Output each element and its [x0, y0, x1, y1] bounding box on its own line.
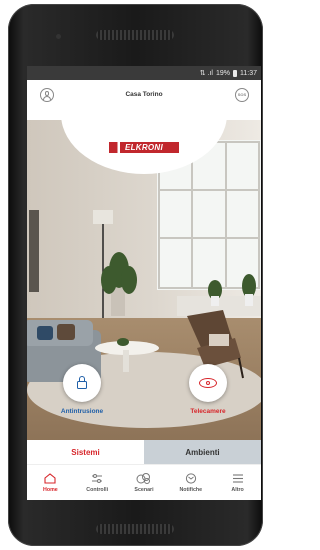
antintrusione-button[interactable] — [63, 364, 101, 402]
nav-item-home[interactable]: Home — [27, 465, 74, 500]
battery-icon — [233, 69, 237, 77]
page-title: Casa Torino — [125, 91, 163, 98]
controls-icon — [92, 474, 103, 483]
nav-item-controlli[interactable]: Controlli — [74, 465, 121, 500]
signal-indicator: ⇅ .ıl — [199, 70, 213, 77]
battery-level: 19% — [215, 69, 230, 77]
nav-label-scenari: Scenari — [134, 487, 154, 493]
room-background-image: ELKRONI Antintrusione Telecamere — [27, 120, 261, 456]
elkron-logo: ELKRONI — [109, 142, 179, 153]
nav-label-controlli: Controlli — [86, 487, 109, 493]
nav-label-altro: Altro — [231, 487, 244, 493]
nav-item-notifiche[interactable]: Notifiche — [167, 465, 214, 500]
eye-icon — [199, 378, 217, 388]
nav-label-notifiche: Notifiche — [179, 487, 203, 493]
antintrusione-label[interactable]: Antintrusione — [47, 408, 117, 415]
menu-icon — [232, 474, 243, 483]
app-bar: Casa Torino SOS — [27, 80, 261, 120]
app-screen: ⇅ .ıl 19% 11:37 Casa Torino SOS ELKRONI … — [27, 66, 261, 500]
tab-ambienti[interactable]: Ambienti — [144, 440, 261, 464]
notifications-icon — [185, 473, 196, 484]
telecamere-label[interactable]: Telecamere — [173, 408, 243, 415]
phone-frame: ⇅ .ıl 19% 11:37 Casa Torino SOS ELKRONI … — [8, 4, 263, 546]
nav-label-home: Home — [43, 487, 58, 493]
nav-item-altro[interactable]: Altro — [214, 465, 261, 500]
bottom-speaker — [96, 524, 174, 534]
telecamere-button[interactable] — [189, 364, 227, 402]
front-camera — [56, 34, 61, 39]
tab-sistemi[interactable]: Sistemi — [27, 440, 144, 464]
section-tabs: Sistemi Ambienti — [27, 440, 261, 464]
bottom-navigation: Home Controlli Scenari Notifiche Altro — [27, 464, 261, 500]
nav-item-scenari[interactable]: Scenari — [121, 465, 168, 500]
status-bar: ⇅ .ıl 19% 11:37 — [27, 66, 261, 80]
home-icon — [44, 473, 56, 484]
clock: 11:37 — [240, 69, 257, 77]
scenarios-icon — [136, 473, 150, 484]
lock-icon — [77, 376, 87, 390]
sos-icon[interactable]: SOS — [235, 88, 249, 102]
earpiece-speaker — [96, 30, 174, 40]
